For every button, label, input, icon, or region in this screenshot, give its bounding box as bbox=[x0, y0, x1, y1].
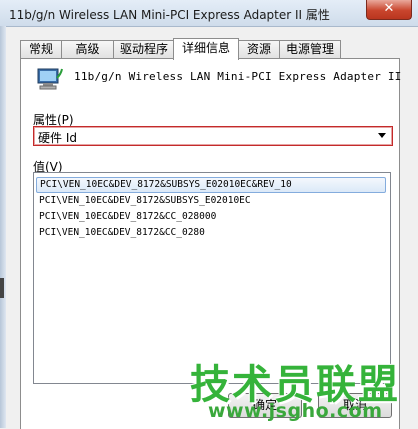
close-button[interactable]: ✕ bbox=[366, 0, 412, 20]
tab-details[interactable]: 详细信息 bbox=[173, 38, 239, 60]
tab-label: 资源 bbox=[246, 42, 271, 56]
value-listbox[interactable]: PCI\VEN_10EC&DEV_8172&SUBSYS_E02010EC&RE… bbox=[33, 172, 391, 384]
device-name: 11b/g/n Wireless LAN Mini-PCI Express Ad… bbox=[74, 70, 402, 83]
chevron-down-icon bbox=[378, 133, 386, 138]
resize-handle[interactable] bbox=[0, 278, 4, 298]
tab-label: 常规 bbox=[28, 42, 53, 56]
tab-resources[interactable]: 资源 bbox=[238, 40, 280, 58]
tab-driver[interactable]: 驱动程序 bbox=[113, 40, 175, 58]
tab-label: 电源管理 bbox=[285, 42, 334, 56]
list-item[interactable]: PCI\VEN_10EC&DEV_8172&SUBSYS_E02010EC bbox=[36, 193, 386, 209]
window-left-edge bbox=[0, 26, 6, 428]
network-adapter-icon bbox=[37, 68, 63, 90]
title-bar: 11b/g/n Wireless LAN Mini-PCI Express Ad… bbox=[0, 0, 418, 27]
property-dropdown[interactable]: 硬件 Id bbox=[33, 126, 393, 146]
property-selected-value: 硬件 Id bbox=[38, 131, 77, 145]
tab-general[interactable]: 常规 bbox=[20, 40, 62, 58]
list-item[interactable]: PCI\VEN_10EC&DEV_8172&CC_0280 bbox=[36, 225, 386, 241]
tab-advanced[interactable]: 高级 bbox=[61, 40, 114, 58]
close-icon: ✕ bbox=[383, 1, 395, 16]
ok-button[interactable]: 确定 bbox=[228, 393, 302, 418]
window-title: 11b/g/n Wireless LAN Mini-PCI Express Ad… bbox=[9, 8, 330, 22]
list-item[interactable]: PCI\VEN_10EC&DEV_8172&SUBSYS_E02010EC&RE… bbox=[36, 177, 386, 193]
cancel-button[interactable]: 取消 bbox=[318, 393, 392, 418]
tab-power-management[interactable]: 电源管理 bbox=[279, 40, 341, 58]
list-item[interactable]: PCI\VEN_10EC&DEV_8172&CC_028000 bbox=[36, 209, 386, 225]
tab-label: 驱动程序 bbox=[119, 42, 168, 56]
tab-label: 高级 bbox=[75, 42, 100, 56]
tab-label: 详细信息 bbox=[181, 41, 230, 55]
